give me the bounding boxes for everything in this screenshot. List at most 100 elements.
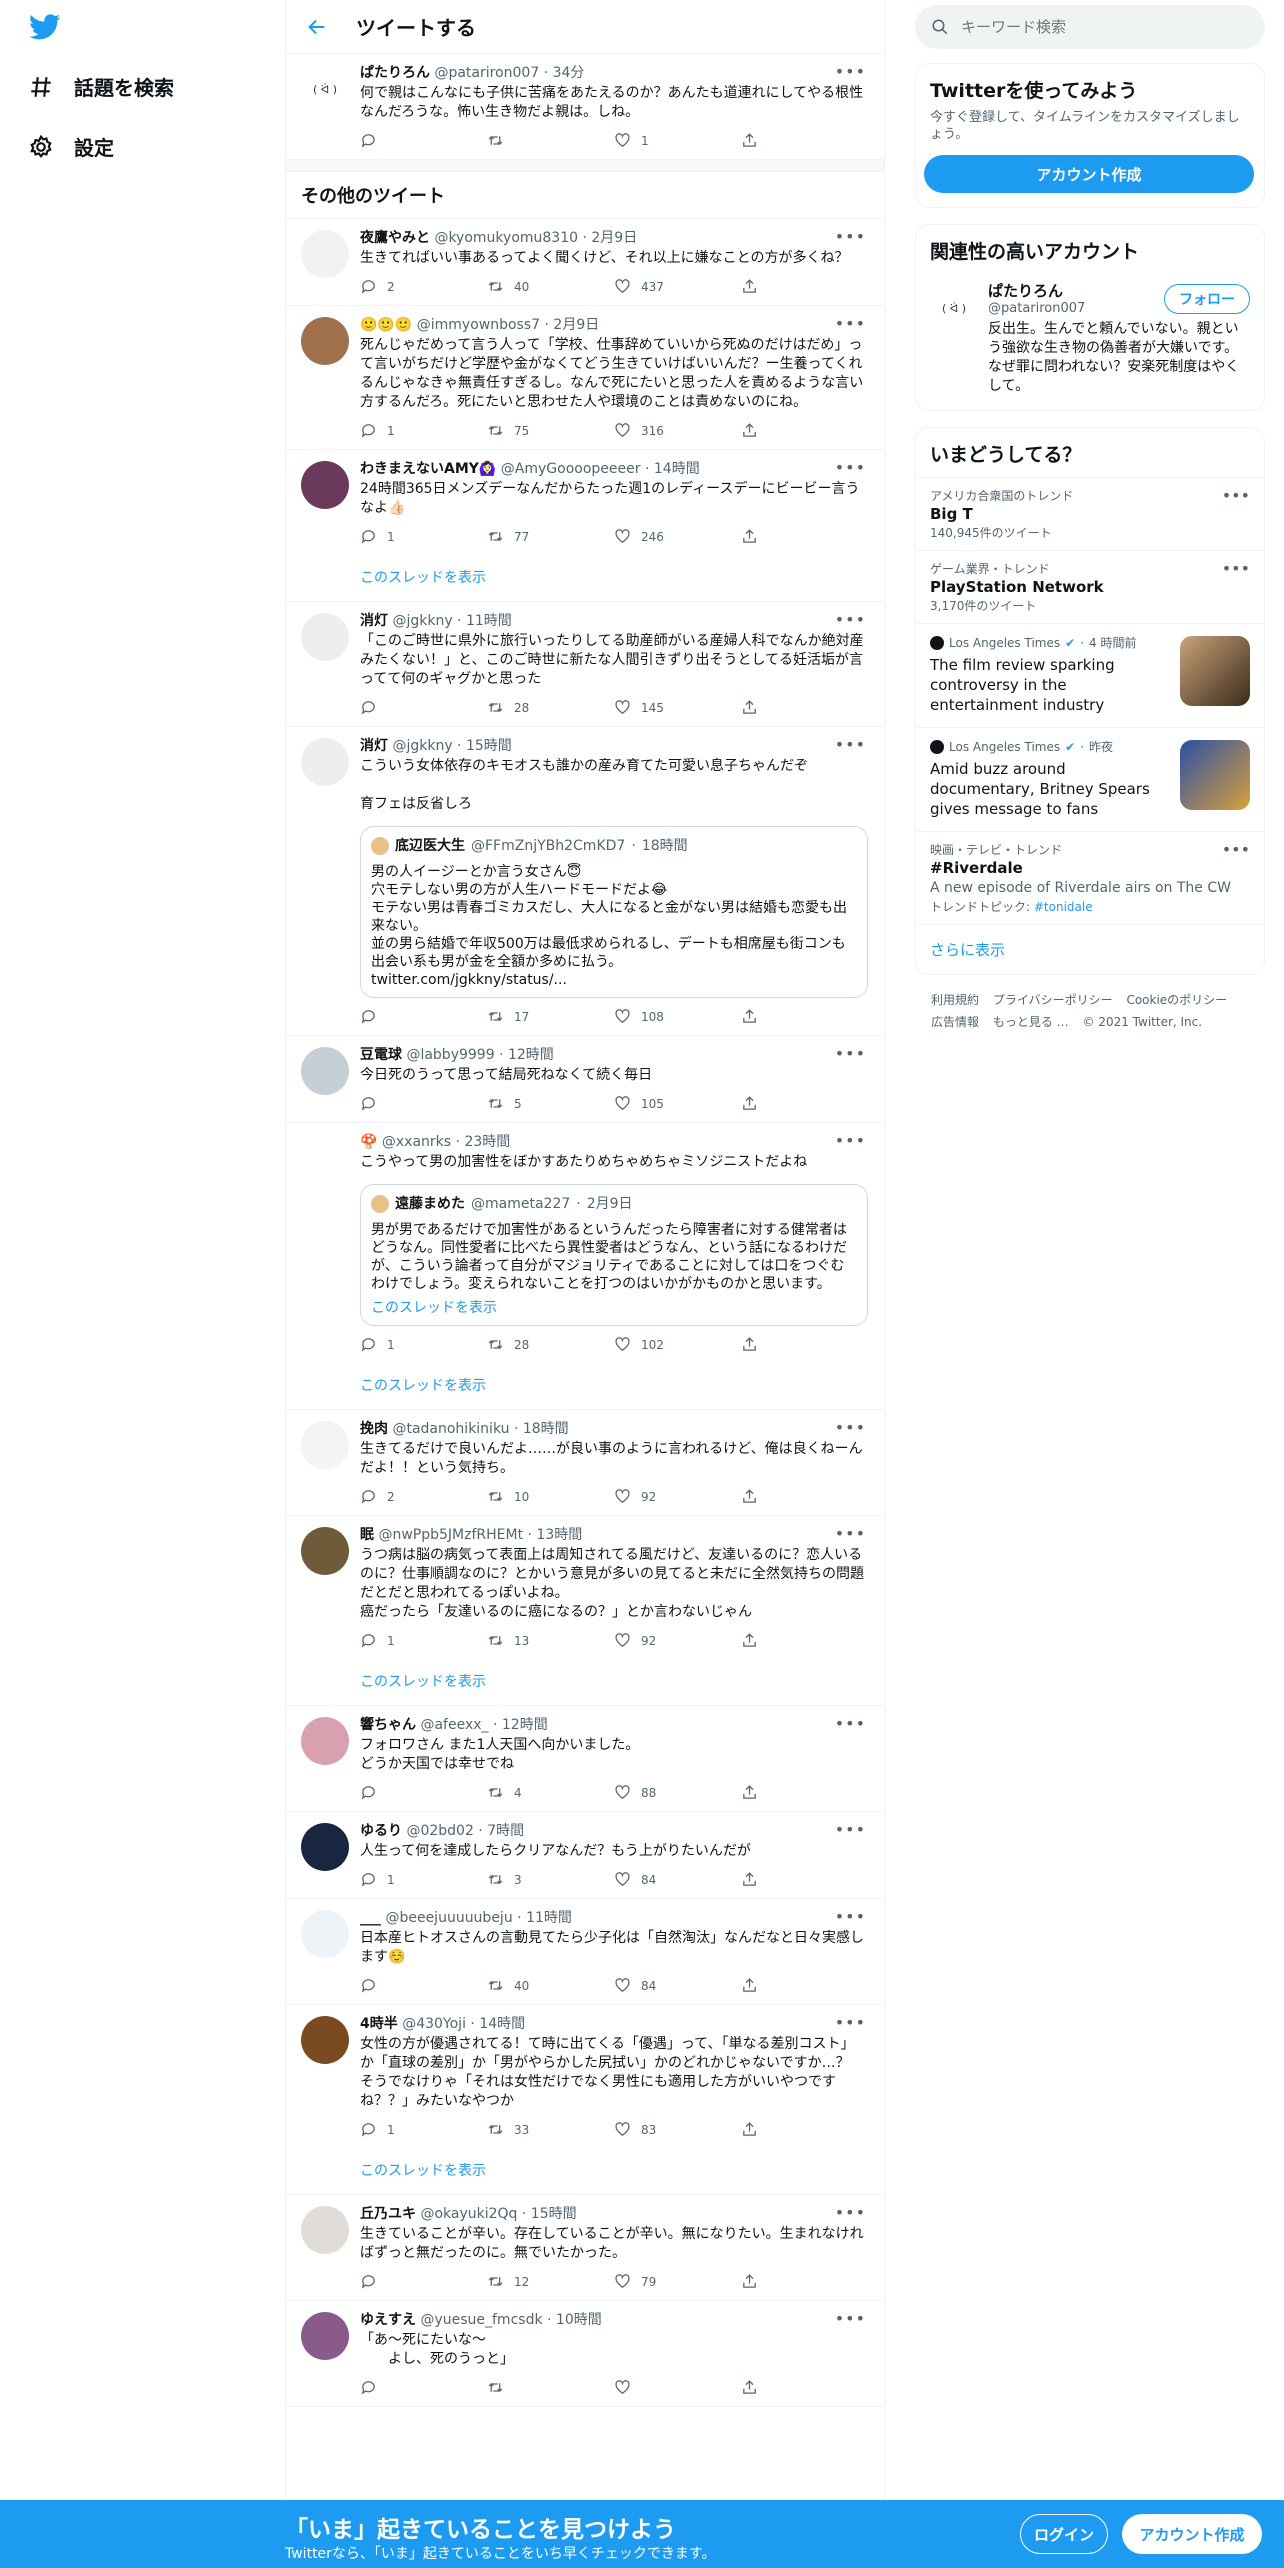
tweet-time[interactable]: 2月9日 [591,230,637,246]
share-button[interactable] [741,1008,868,1025]
tweet[interactable]: わきまえないAMY🙆🏻‍♀️ @AmyGoooopeeeer · 14時間 •••… [286,450,884,602]
more-icon[interactable]: ••• [835,458,866,477]
author-handle[interactable]: @afeexx_ [420,1717,488,1733]
reply-button[interactable]: 2 [360,1488,487,1505]
avatar[interactable] [301,613,349,661]
footer-link[interactable]: Cookieのポリシー [1126,993,1227,1007]
more-icon[interactable]: ••• [1222,840,1250,859]
retweet-button[interactable]: 28 [487,699,614,716]
reply-button[interactable]: 1 [360,1871,487,1888]
trend-topic-link[interactable]: #tonidale [1034,900,1093,914]
share-button[interactable] [741,1336,868,1353]
reply-button[interactable] [360,1977,487,1994]
share-button[interactable] [741,422,868,439]
author-name[interactable]: 丘乃ユキ [360,2206,416,2222]
reply-button[interactable]: 1 [360,2121,487,2138]
like-button[interactable]: 83 [614,2121,741,2138]
nav-explore[interactable]: 話題を検索 [28,72,174,101]
author-name[interactable]: ___ [360,1910,381,1926]
show-thread-link[interactable]: このスレッドを表示 [360,567,868,591]
signup-button[interactable]: アカウント作成 [1122,2514,1262,2554]
quoted-tweet[interactable]: 遠藤まめた @mameta227 · 2月9日 男が男であるだけで加害性があるというんだ… [360,1184,868,1326]
retweet-button[interactable]: 17 [487,1008,614,1025]
avatar[interactable] [301,1047,349,1095]
tweet[interactable]: 丘乃ユキ @okayuki2Qq · 15時間 ••• 生きていることが辛い。存在し… [286,2195,884,2301]
tweet-time[interactable]: 10時間 [556,2312,602,2328]
main-tweet[interactable]: ( ᐛ ) ぱたりろん @patariron007 · 34分 ••• 何で親は… [286,54,884,160]
more-icon[interactable]: ••• [835,610,866,629]
share-button[interactable] [741,699,868,716]
share-button[interactable] [741,1784,868,1801]
reply-button[interactable] [360,2379,487,2396]
share-button[interactable] [741,1977,868,1994]
avatar[interactable] [301,2312,349,2360]
show-thread-link[interactable]: このスレッドを表示 [360,1375,868,1399]
avatar[interactable] [301,461,349,509]
author-name[interactable]: 🍄 [360,1134,377,1150]
create-account-button[interactable]: アカウント作成 [924,155,1254,193]
tweet-time[interactable]: 23時間 [464,1134,510,1150]
share-button[interactable] [741,2379,868,2396]
more-icon[interactable]: ••• [835,735,866,754]
tweet-time[interactable]: 18時間 [523,1421,569,1437]
tweet-time[interactable]: 15時間 [531,2206,577,2222]
like-button[interactable]: 105 [614,1095,741,1112]
trend-item[interactable]: 映画・テレビ・トレンド #Riverdale A new episode of … [916,831,1264,924]
more-icon[interactable]: ••• [835,1714,866,1733]
search-box[interactable] [915,5,1265,49]
tweet[interactable]: 4時半 @430Yoji · 14時間 ••• 女性の方が優遇されてる！て時に出てく… [286,2005,884,2195]
tweet[interactable]: 消灯 @jgkkny · 11時間 ••• 「このご時世に県外に旅行いったりしてる助… [286,602,884,727]
author-handle[interactable]: @AmyGoooopeeeer [501,461,641,477]
author-name[interactable]: わきまえないAMY🙆🏻‍♀️ [360,461,496,477]
tweet-time[interactable]: 13時間 [536,1527,582,1543]
more-icon[interactable]: ••• [1222,559,1250,578]
author-handle[interactable]: @xxanrks [382,1134,451,1150]
retweet-button[interactable]: 28 [487,1336,614,1353]
footer-link[interactable]: 広告情報 [931,1015,979,1029]
news-item[interactable]: Los Angeles Times ✔ · 4 時間前 The film review… [916,623,1264,727]
tweet-time[interactable]: 11時間 [526,1910,572,1926]
avatar[interactable] [301,2206,349,2254]
more-icon[interactable]: ••• [835,1524,866,1543]
reply-button[interactable] [360,132,487,149]
tweet[interactable]: 響ちゃん @afeexx_ · 12時間 ••• フォロワさん また1人天国へ向かい… [286,1706,884,1812]
like-button[interactable]: 88 [614,1784,741,1801]
like-button[interactable]: 437 [614,278,741,295]
tweet[interactable]: 豆電球 @labby9999 · 12時間 ••• 今日死のうって思って結局死ねなく… [286,1036,884,1123]
more-icon[interactable]: ••• [835,1131,866,1150]
news-item[interactable]: Los Angeles Times ✔ · 昨夜 Amid buzz around d… [916,727,1264,831]
tweet[interactable]: 夜鷹やみと @kyomukyomu8310 · 2月9日 ••• 生きてればいい事あ… [286,219,884,306]
tweet-time[interactable]: 14時間 [479,2016,525,2032]
retweet-button[interactable]: 10 [487,1488,614,1505]
more-icon[interactable]: ••• [835,2013,866,2032]
show-thread-link[interactable]: このスレッドを表示 [360,2160,868,2184]
retweet-button[interactable]: 4 [487,1784,614,1801]
retweet-button[interactable]: 40 [487,278,614,295]
footer-link[interactable]: 利用規約 [931,993,979,1007]
reply-button[interactable]: 1 [360,1336,487,1353]
author-handle[interactable]: @tadanohikiniku [392,1421,509,1437]
back-arrow-icon[interactable] [306,16,328,38]
author-name[interactable]: 豆電球 [360,1047,402,1063]
avatar[interactable] [301,230,349,278]
follow-button[interactable]: フォロー [1164,284,1250,314]
like-button[interactable]: 108 [614,1008,741,1025]
tweet[interactable]: 眠 @nwPpb5JMzfRHEMt · 13時間 ••• うつ病は脳の病気って表面… [286,1516,884,1706]
tweet-time[interactable]: 11時間 [466,613,512,629]
tweet-time[interactable]: 15時間 [466,738,512,754]
tweet-time[interactable]: 2月9日 [553,317,599,333]
author-name[interactable]: ぱたりろん [360,65,430,81]
author-name[interactable]: 響ちゃん [360,1717,416,1733]
author-name[interactable]: 挽肉 [360,1421,388,1437]
tweet-time[interactable]: 12時間 [508,1047,554,1063]
avatar[interactable] [301,738,349,786]
share-button[interactable] [741,1488,868,1505]
avatar[interactable] [301,1421,349,1469]
author-handle[interactable]: @beeejuuuuubeju [385,1910,512,1926]
reply-button[interactable] [360,1095,487,1112]
like-button[interactable]: 1 [614,132,741,149]
author-handle[interactable]: @immyownboss7 [417,317,540,333]
more-icon[interactable]: ••• [835,62,866,81]
reply-button[interactable] [360,1784,487,1801]
avatar[interactable] [301,1823,349,1871]
